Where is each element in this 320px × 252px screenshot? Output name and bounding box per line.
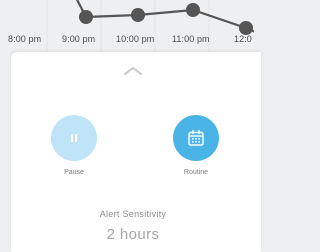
time-label: 12:0 xyxy=(234,34,252,44)
timeline-point xyxy=(239,21,253,35)
timeline-point xyxy=(79,10,93,24)
time-label: 11:00 pm xyxy=(172,34,210,44)
alert-sensitivity-label: Alert Sensitivity xyxy=(99,209,167,219)
alert-sensitivity-value[interactable]: 2 hours xyxy=(11,226,255,243)
timeline-point xyxy=(186,3,200,17)
activity-timeline[interactable]: 8:00 pm 9:00 pm 10:00 pm 11:00 pm 12:0 xyxy=(0,0,254,52)
time-label: 9:00 pm xyxy=(62,34,96,44)
chevron-up-icon[interactable] xyxy=(123,66,143,76)
pause-label: Pause xyxy=(64,169,84,176)
timeline-point xyxy=(131,8,145,22)
time-label: 10:00 pm xyxy=(116,34,155,44)
bottom-sheet: Pause Routine Alert Sensitivity 2 hours xyxy=(11,52,261,252)
time-label: 8:00 pm xyxy=(8,34,42,44)
pause-icon xyxy=(71,134,77,142)
calendar-icon xyxy=(188,129,204,146)
routine-label: Routine xyxy=(183,169,209,176)
pause-button[interactable] xyxy=(51,115,97,161)
routine-button[interactable] xyxy=(173,115,219,161)
timeline-chart xyxy=(46,0,254,52)
